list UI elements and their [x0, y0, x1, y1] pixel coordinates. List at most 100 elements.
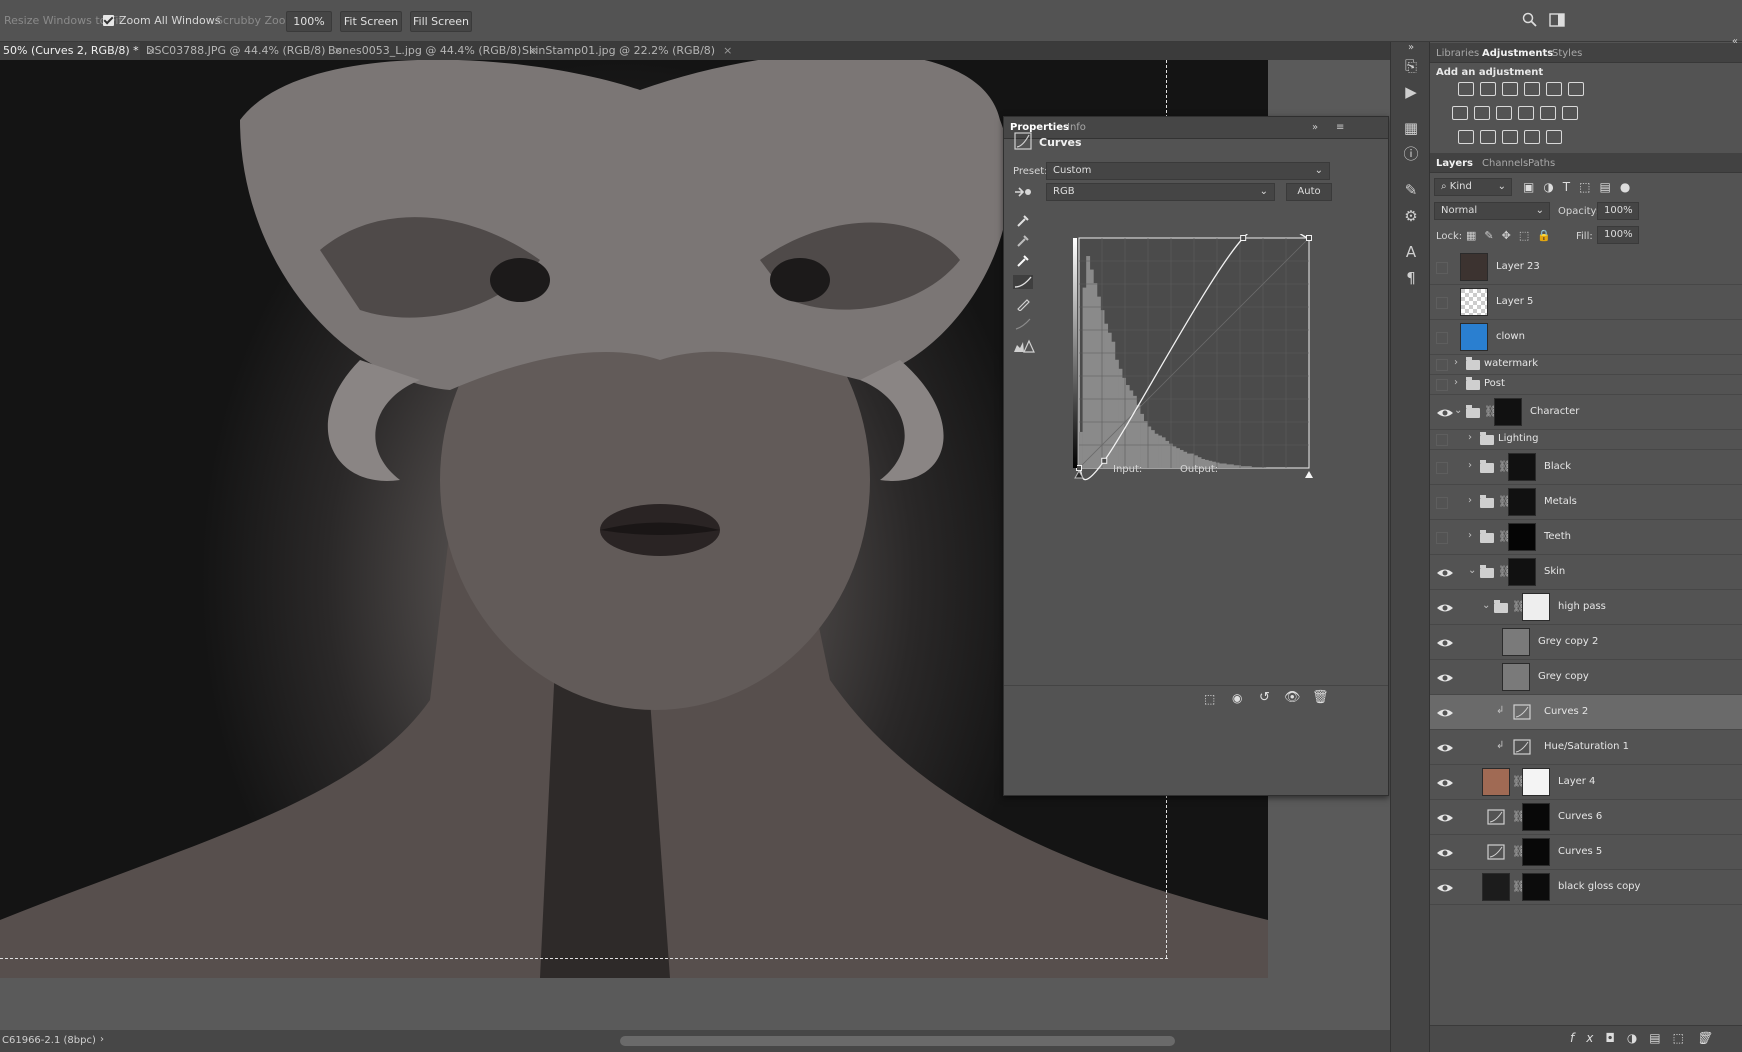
opacity-field[interactable]: 100% — [1597, 202, 1639, 220]
layer-thumbnail[interactable] — [1482, 873, 1510, 901]
layer-row[interactable]: › watermark — [1430, 355, 1742, 375]
visibility-toggle-empty[interactable] — [1436, 359, 1448, 371]
curves-graph[interactable] — [1073, 220, 1335, 492]
layer-mask-thumbnail[interactable] — [1508, 558, 1536, 586]
tab-info[interactable]: Info — [1067, 122, 1086, 133]
layer-row[interactable]: ⌄ ⛓ Skin — [1430, 555, 1742, 590]
history-icon[interactable]: ⎘ — [1401, 56, 1421, 76]
visibility-eye-icon[interactable] — [1436, 776, 1454, 790]
adjustment-type-icon[interactable] — [1452, 106, 1468, 120]
doc-tab[interactable]: DSC03788.JPG @ 44.4% (RGB/8) × — [146, 42, 343, 60]
trash-icon[interactable]: 🗑 — [1312, 690, 1329, 705]
layer-mask-thumbnail[interactable] — [1522, 803, 1550, 831]
info-icon[interactable]: ⓘ — [1401, 144, 1421, 164]
layer-row[interactable]: › Post — [1430, 375, 1742, 395]
chevron-down-icon[interactable]: ⌄ — [1468, 565, 1476, 576]
brushes-icon[interactable]: ✎ — [1401, 180, 1421, 200]
layer-mask-thumbnail[interactable] — [1494, 398, 1522, 426]
black-point-eyedropper-icon[interactable] — [1016, 214, 1030, 228]
layer-row[interactable]: Grey copy — [1430, 660, 1742, 695]
visibility-toggle-empty[interactable] — [1436, 331, 1448, 344]
layer-row[interactable]: Layer 5 — [1430, 285, 1742, 320]
panel-menu-icon[interactable]: ≡ — [1336, 122, 1344, 133]
close-tab-icon[interactable]: × — [723, 44, 732, 57]
visibility-eye-icon[interactable] — [1436, 846, 1454, 860]
adjustment-thumbnail-icon[interactable] — [1508, 733, 1536, 761]
chevron-down-icon[interactable]: ⌄ — [1482, 600, 1490, 611]
layer-row[interactable]: ⌄ ⛓ Character — [1430, 395, 1742, 430]
layer-mask-thumbnail[interactable] — [1522, 838, 1550, 866]
layer-mask-thumbnail[interactable] — [1508, 453, 1536, 481]
adjustment-type-icon[interactable] — [1496, 106, 1512, 120]
fill-screen-button[interactable]: Fill Screen — [410, 11, 472, 32]
visibility-eye-icon[interactable] — [1436, 706, 1454, 720]
actions-play-icon[interactable]: ▶ — [1401, 82, 1421, 102]
clipping-warning-icon[interactable] — [1013, 339, 1035, 353]
layer-row[interactable]: ↲ Hue/Saturation 1 — [1430, 730, 1742, 765]
adjustment-type-icon[interactable] — [1480, 82, 1496, 96]
view-previous-state-icon[interactable]: ◉ — [1232, 691, 1242, 705]
tab-layers[interactable]: Layers — [1436, 158, 1473, 169]
visibility-toggle-empty[interactable] — [1436, 461, 1448, 474]
doc-tab[interactable]: SkinStamp01.jpg @ 22.2% (RGB/8) × — [522, 42, 732, 60]
curve-control-point[interactable] — [1306, 235, 1312, 241]
visibility-eye-icon[interactable] — [1436, 741, 1454, 755]
layer-thumbnail[interactable] — [1502, 628, 1530, 656]
zoom-all-windows-checkbox[interactable]: Zoom All Windows — [103, 14, 220, 27]
layer-thumbnail[interactable] — [1482, 768, 1510, 796]
adjustment-type-icon[interactable] — [1458, 130, 1474, 144]
tab-channels[interactable]: Channels — [1482, 158, 1528, 169]
visibility-toggle-empty[interactable] — [1436, 531, 1448, 544]
visibility-toggle-empty[interactable] — [1436, 296, 1448, 309]
adjustment-type-icon[interactable] — [1562, 106, 1578, 120]
adjustment-type-icon[interactable] — [1524, 82, 1540, 96]
adjustment-type-icon[interactable] — [1474, 106, 1490, 120]
tab-libraries[interactable]: Libraries — [1436, 48, 1479, 59]
properties-panel-icon[interactable]: ▦ — [1401, 118, 1421, 138]
layer-actions-icons[interactable]: fx◘◑▤⬚🗑 — [1570, 1031, 1723, 1045]
fit-screen-button[interactable]: Fit Screen — [340, 11, 402, 32]
layer-row[interactable]: ↲ Curves 2 — [1430, 695, 1742, 730]
horizontal-scrollbar[interactable] — [620, 1036, 1175, 1046]
collapse-arrows-icon[interactable]: » — [1401, 38, 1421, 58]
layer-row[interactable]: ⛓ Layer 4 — [1430, 765, 1742, 800]
status-menu-arrow[interactable]: › — [100, 1034, 104, 1045]
adjustment-type-icon[interactable] — [1540, 106, 1556, 120]
chevron-right-icon[interactable]: › — [1468, 495, 1472, 506]
adjustment-type-icon[interactable] — [1502, 130, 1518, 144]
adjustment-type-icon[interactable] — [1546, 130, 1562, 144]
layer-thumbnail[interactable] — [1460, 323, 1488, 351]
layer-row[interactable]: Layer 23 — [1430, 250, 1742, 285]
chevron-right-icon[interactable]: › — [1468, 460, 1472, 471]
visibility-toggle-empty[interactable] — [1436, 496, 1448, 509]
doc-tab[interactable]: Bones0053_L.jpg @ 44.4% (RGB/8) × — [328, 42, 539, 60]
visibility-eye-icon[interactable] — [1436, 881, 1454, 895]
tab-adjustments[interactable]: Adjustments — [1482, 48, 1553, 59]
layer-row[interactable]: Grey copy 2 — [1430, 625, 1742, 660]
brush-settings-icon[interactable]: ⚙ — [1401, 206, 1421, 226]
tab-styles[interactable]: Styles — [1552, 48, 1582, 59]
paragraph-icon[interactable]: ¶ — [1401, 268, 1421, 288]
adjustment-type-icon[interactable] — [1480, 130, 1496, 144]
zoom-percent-field[interactable]: 100% — [286, 11, 332, 32]
curve-control-point[interactable] — [1240, 235, 1247, 241]
layer-mask-thumbnail[interactable] — [1508, 523, 1536, 551]
pencil-icon[interactable] — [1016, 297, 1030, 311]
scrubby-zoom-option[interactable]: Scrubby Zoom — [216, 14, 296, 27]
layer-thumbnail[interactable] — [1502, 663, 1530, 691]
visibility-toggle-empty[interactable] — [1436, 379, 1448, 391]
curve-control-point[interactable] — [1076, 465, 1082, 471]
visibility-eye-icon[interactable] — [1436, 636, 1454, 650]
smooth-curve-icon[interactable] — [1015, 317, 1031, 331]
layer-thumbnail[interactable] — [1460, 288, 1488, 316]
adjustment-thumbnail-icon[interactable] — [1482, 803, 1510, 831]
layer-row[interactable]: ⌄ ⛓ high pass — [1430, 590, 1742, 625]
search-icon[interactable] — [1522, 12, 1538, 28]
adjustment-type-icon[interactable] — [1518, 106, 1534, 120]
gray-point-eyedropper-icon[interactable] — [1016, 234, 1030, 248]
adjustment-type-icon[interactable] — [1546, 82, 1562, 96]
layer-mask-thumbnail[interactable] — [1522, 873, 1550, 901]
curves-chart[interactable] — [1073, 220, 1335, 492]
chevron-right-icon[interactable]: › — [1468, 530, 1472, 541]
clip-to-layer-icon[interactable]: ⬚ — [1204, 692, 1215, 706]
